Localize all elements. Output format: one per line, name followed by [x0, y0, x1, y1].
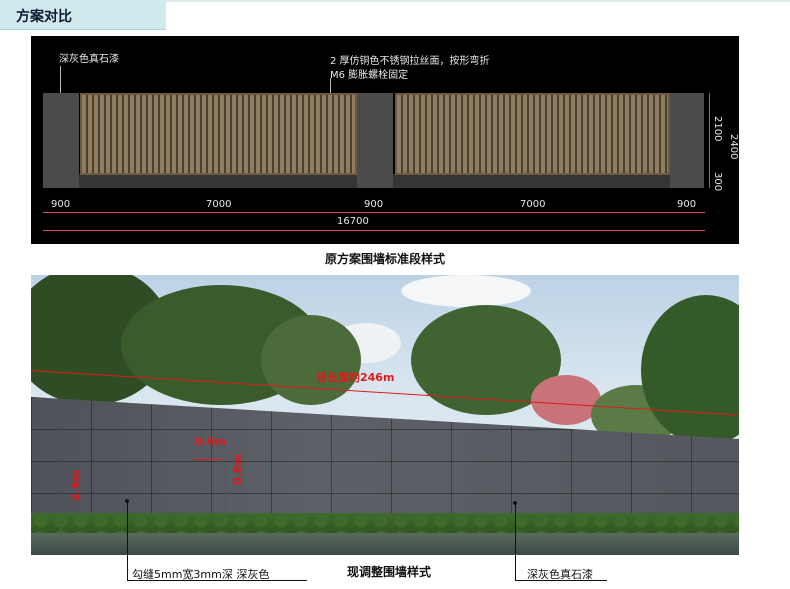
callout-joint: 勾缝5mm宽3mm深 深灰色	[132, 568, 270, 581]
height-arrow-08	[225, 465, 226, 513]
label-stone-paint: 深灰色真石漆	[59, 54, 119, 65]
header-rule	[166, 0, 790, 2]
dim-panel-right: 7000	[520, 199, 546, 210]
section-title-tab: 方案对比	[0, 0, 166, 30]
caption-original: 原方案围墙标准段样式	[325, 252, 446, 266]
elevation-drawing: 深灰色真石漆 2 厚仿铜色不锈钢拉丝面，按形弯折 M6 膨胀螺栓固定 2100 …	[31, 36, 739, 244]
tree	[261, 315, 361, 405]
wall-photo-rendering: 总长度约246m 0.6m 0.8m 2.4m	[31, 275, 739, 555]
dim-pillar-left: 900	[51, 199, 71, 210]
width-arrow	[193, 459, 221, 460]
steel-panel-left	[80, 93, 357, 175]
dim-total: 16700	[337, 216, 369, 227]
section-title: 方案对比	[16, 9, 72, 25]
dim-pillar-mid: 900	[364, 199, 384, 210]
dim-h-2100: 2100	[712, 116, 723, 142]
callout-stone: 深灰色真石漆	[527, 568, 593, 581]
height-dim-line	[709, 93, 710, 188]
dim-pillar-right: 900	[677, 199, 697, 210]
label-steel-line1: 2 厚仿铜色不锈钢拉丝面，按形弯折	[330, 56, 490, 67]
dim-line-total	[43, 230, 705, 231]
dim-h-300: 300	[712, 172, 723, 192]
label-width-06: 0.6m	[195, 435, 226, 448]
callout-line-joint	[127, 502, 128, 580]
height-arrow-24	[61, 400, 62, 550]
label-steel-line2: M6 膨胀螺栓固定	[330, 70, 409, 81]
cloud	[401, 275, 531, 307]
steel-panel-right	[395, 93, 670, 175]
label-height-08: 0.8m	[231, 454, 244, 485]
pillar-right	[670, 93, 704, 188]
label-height-24: 2.4m	[69, 470, 82, 501]
label-total-length: 总长度约246m	[316, 371, 395, 384]
water	[31, 533, 739, 555]
pillar-left	[43, 93, 79, 188]
caption-adjusted: 现调整围墙样式	[347, 565, 432, 579]
callout-line-stone	[515, 503, 516, 580]
dim-line-segments	[43, 212, 705, 213]
hedge	[31, 513, 739, 535]
dim-panel-left: 7000	[206, 199, 232, 210]
pillar-middle	[357, 93, 393, 188]
dim-h-2400: 2400	[728, 134, 739, 160]
